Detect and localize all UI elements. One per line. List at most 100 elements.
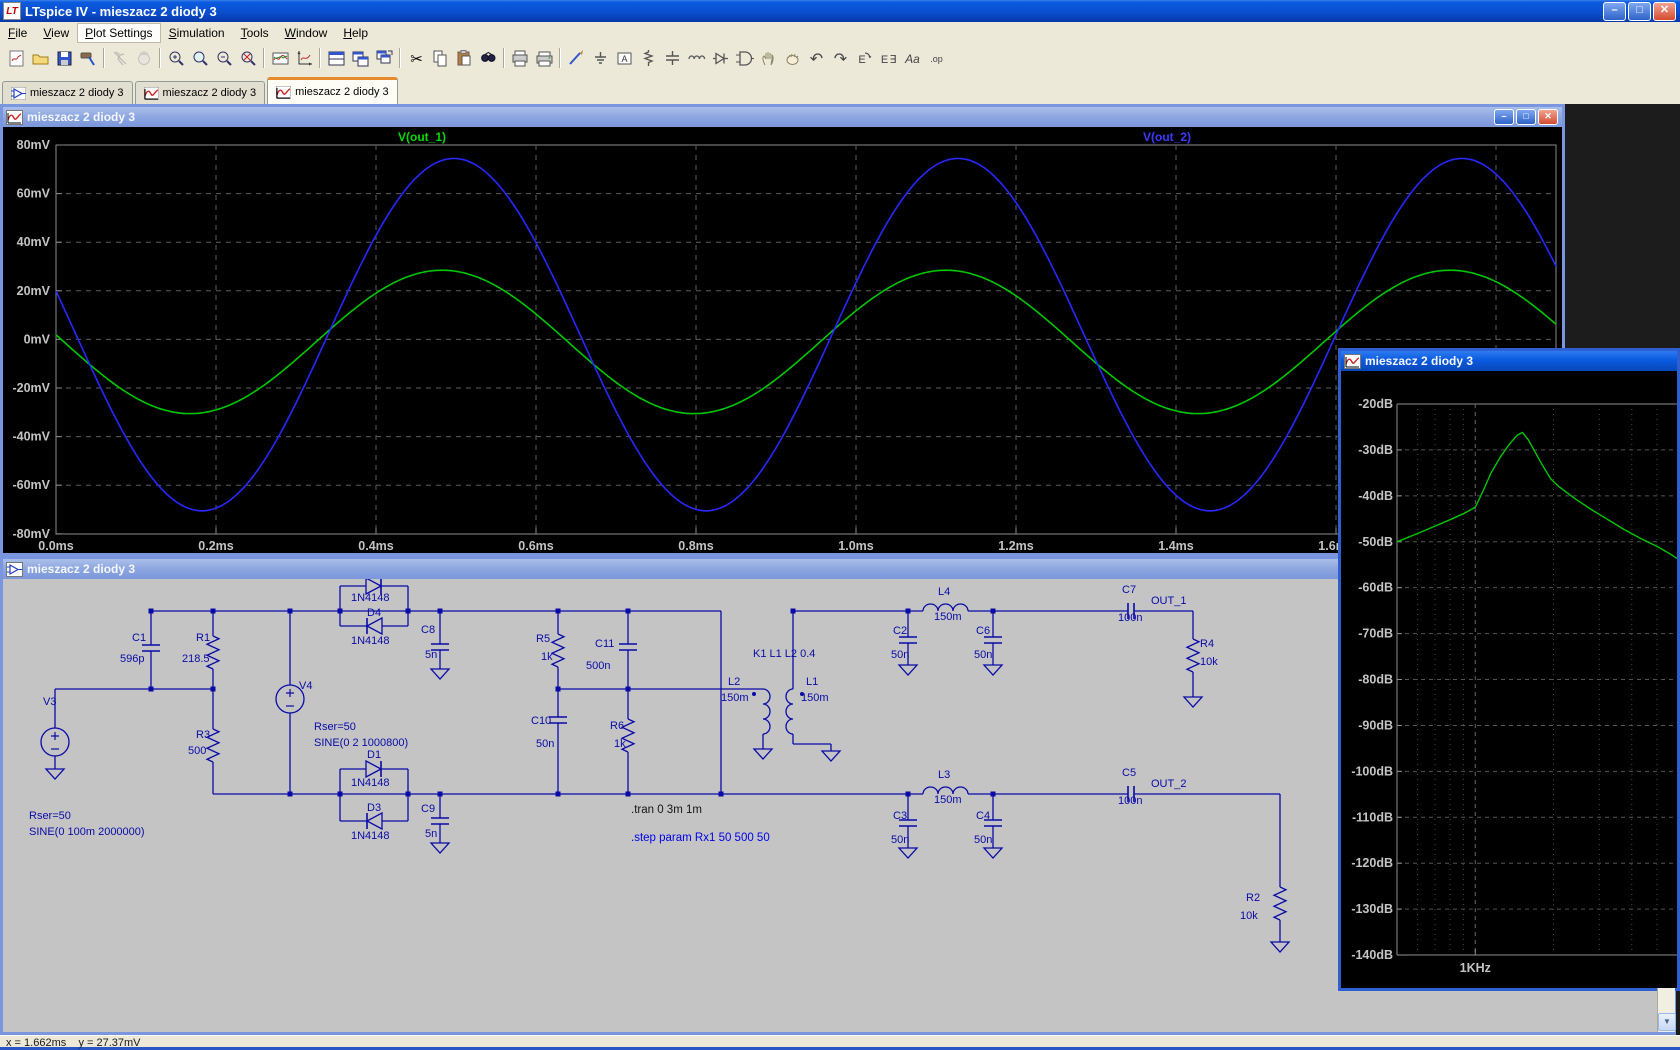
schematic-label-596p[interactable]: 596p [120,653,144,665]
wave-close-button[interactable]: ✕ [1538,109,1558,125]
schematic-label-5n[interactable]: 5n [425,649,437,661]
schematic-label-50n[interactable]: 50n [974,649,992,661]
toolbar-zoom-extents-icon[interactable] [292,46,316,70]
schematic-label-d1[interactable]: D1 [367,749,381,761]
spice-directive-step[interactable]: .step param Rx1 50 500 50 [631,832,770,844]
schematic-label-150m[interactable]: 150m [934,794,962,806]
toolbar-cut-icon[interactable]: ✂ [404,46,428,70]
toolbar-inductor-icon[interactable] [684,46,708,70]
schematic-label-l4[interactable]: L4 [938,586,950,598]
toolbar-rotate-icon[interactable]: E [852,46,876,70]
toolbar-zoom-area-icon[interactable] [188,46,212,70]
toolbar-tile-horizontal-icon[interactable] [324,46,348,70]
schematic-label-c10[interactable]: C10 [531,715,551,727]
schematic-label-100n[interactable]: 100n [1118,795,1142,807]
legend-vout1[interactable]: V(out_1) [398,130,446,144]
waveform-window-titlebar[interactable]: mieszacz 2 diody 3 – □ ✕ [3,107,1562,127]
wave-maximize-button[interactable]: □ [1516,109,1536,125]
waveform-plot[interactable]: 80mV60mV40mV20mV0mV-20mV-40mV-60mV-80mV0… [3,127,1562,553]
schematic-label-1k[interactable]: 1k [541,651,553,663]
toolbar-paste-icon[interactable] [452,46,476,70]
schematic-label-10k[interactable]: 10k [1240,910,1258,922]
schematic-label-r4[interactable]: R4 [1200,638,1214,650]
toolbar-open-icon[interactable] [28,46,52,70]
schematic-label-1n4148[interactable]: 1N4148 [351,830,390,842]
toolbar-draw-wire-icon[interactable] [564,46,588,70]
toolbar-pause-icon[interactable] [132,46,156,70]
schematic-label-d4[interactable]: D4 [367,607,381,619]
toolbar-save-icon[interactable] [52,46,76,70]
schematic-label-50n[interactable]: 50n [891,834,909,846]
schematic-label-5n[interactable]: 5n [425,828,437,840]
schematic-label-rser-50[interactable]: Rser=50 [314,721,356,733]
db-plot[interactable]: -20dB-30dB-40dB-50dB-60dB-70dB-80dB-90dB… [1341,371,1677,988]
toolbar-control-panel-icon[interactable] [76,46,100,70]
toolbar-zoom-in-icon[interactable] [164,46,188,70]
toolbar-undo-icon[interactable]: ↶ [804,46,828,70]
toolbar-print-icon[interactable] [532,46,556,70]
schematic-label-r6[interactable]: R6 [610,720,624,732]
toolbar-text-icon[interactable]: Aa [900,46,924,70]
schematic-label-1n4148[interactable]: 1N4148 [351,635,390,647]
schematic-label-218-5[interactable]: 218.5 [182,653,210,665]
toolbar-move-icon[interactable] [756,46,780,70]
schematic-label-c2[interactable]: C2 [893,625,907,637]
schematic-label-c11[interactable]: C11 [595,638,614,650]
schematic-label-c4[interactable]: C4 [976,810,990,822]
schematic-label-c7[interactable]: C7 [1122,584,1136,596]
schematic-label-1n4148[interactable]: 1N4148 [351,777,390,789]
tab-1[interactable]: mieszacz 2 diody 3 [2,81,133,104]
schematic-label-l2[interactable]: L2 [728,676,740,688]
schematic-label-150m[interactable]: 150m [934,611,962,623]
maximize-button[interactable]: □ [1628,2,1651,21]
schematic-label-l3[interactable]: L3 [938,769,950,781]
toolbar-diode-icon[interactable] [708,46,732,70]
schematic-label-c6[interactable]: C6 [976,625,990,637]
schematic-label-d3[interactable]: D3 [367,802,381,814]
toolbar-cascade-icon[interactable] [372,46,396,70]
schematic-label-r2[interactable]: R2 [1246,892,1260,904]
schematic-label-500n[interactable]: 500n [586,660,610,672]
toolbar-zoom-full-icon[interactable] [236,46,260,70]
toolbar-redo-icon[interactable]: ↷ [828,46,852,70]
toolbar-print-preview-icon[interactable] [508,46,532,70]
schematic-label-r5[interactable]: R5 [536,633,550,645]
schematic-label-50n[interactable]: 50n [974,834,992,846]
menu-item-tools[interactable]: Tools [233,23,277,43]
toolbar-new-schematic-icon[interactable] [4,46,28,70]
minimize-button[interactable]: – [1603,2,1626,21]
close-button[interactable]: ✕ [1653,2,1676,21]
toolbar-spice-directive-icon[interactable]: .op [924,46,948,70]
schematic-label-10k[interactable]: 10k [1200,656,1218,668]
menu-item-simulation[interactable]: Simulation [161,23,233,43]
menu-item-plot-settings[interactable]: Plot Settings [77,23,160,43]
schematic-label-rser-50[interactable]: Rser=50 [29,810,71,822]
spice-directive-tran[interactable]: .tran 0 3m 1m [631,804,702,816]
toolbar-mirror-icon[interactable]: E∃ [876,46,900,70]
schematic-label-r1[interactable]: R1 [196,632,210,644]
toolbar-autorange-icon[interactable] [268,46,292,70]
schematic-label-c9[interactable]: C9 [421,803,435,815]
toolbar-copy-icon[interactable] [428,46,452,70]
schematic-label-500[interactable]: 500 [188,745,206,757]
schematic-vscrollbar[interactable]: ▼ [1657,988,1675,1032]
toolbar-drag-icon[interactable] [780,46,804,70]
schematic-label-c1[interactable]: C1 [132,632,146,644]
menu-item-file[interactable]: File [0,23,35,43]
toolbar-halt-icon[interactable] [108,46,132,70]
toolbar-tile-vertical-icon[interactable] [348,46,372,70]
tab-2[interactable]: mieszacz 2 diody 3 [135,81,266,104]
scroll-down-arrow-icon[interactable]: ▼ [1658,1013,1676,1031]
schematic-label-v4[interactable]: V4 [299,680,312,692]
schematic-label-c8[interactable]: C8 [421,624,435,636]
menu-item-view[interactable]: View [35,23,77,43]
schematic-label-k1-l1-l2-0-4[interactable]: K1 L1 L2 0.4 [753,648,815,660]
schematic-label-50n[interactable]: 50n [536,738,554,750]
schematic-label-r3[interactable]: R3 [196,729,210,741]
schematic-label-v3[interactable]: V3 [43,696,56,708]
schematic-label-150m[interactable]: 150m [801,692,829,704]
schematic-label-150m[interactable]: 150m [721,692,749,704]
legend-vout2[interactable]: V(out_2) [1143,130,1191,144]
schematic-label-l1[interactable]: L1 [806,676,818,688]
db-window-titlebar[interactable]: mieszacz 2 diody 3 [1341,351,1677,371]
